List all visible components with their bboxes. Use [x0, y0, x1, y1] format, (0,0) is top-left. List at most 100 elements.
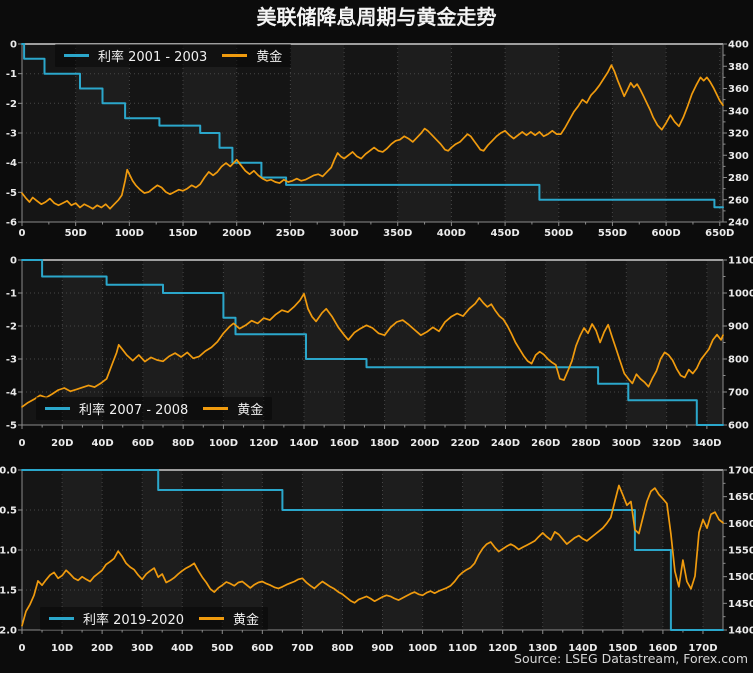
x-tick-label: 150D: [168, 228, 197, 239]
legend-label: 黄金: [233, 609, 259, 628]
x-tick-label: 110D: [448, 643, 477, 654]
x-tick-label: 10D: [51, 643, 73, 654]
x-tick-label: 120D: [249, 438, 278, 449]
x-tick-label: 180D: [370, 438, 399, 449]
y-right-label: 800: [728, 355, 749, 366]
y-left-label: -2: [6, 322, 17, 333]
plot-band: [129, 44, 183, 222]
y-right-label: 340: [728, 106, 749, 117]
y-left-label: -6: [6, 218, 17, 229]
y-left-label: -3: [6, 355, 17, 366]
y-left-label: -1: [6, 69, 17, 80]
x-tick-label: 40D: [171, 643, 193, 654]
x-tick-label: 0: [19, 438, 26, 449]
x-tick-label: 200D: [410, 438, 439, 449]
y-right-label: 1700: [728, 466, 753, 477]
rate-line-swatch: [49, 617, 74, 620]
x-tick-label: 140D: [289, 438, 318, 449]
x-tick-label: 240D: [491, 438, 520, 449]
y-left-label: 0: [10, 256, 17, 267]
x-tick-label: 100D: [209, 438, 238, 449]
legend-item: 黄金: [222, 46, 282, 65]
x-tick-label: 80D: [172, 438, 194, 449]
x-tick-label: 0: [19, 228, 26, 239]
x-tick-label: 20D: [51, 438, 73, 449]
x-tick-label: 320D: [652, 438, 681, 449]
y-left-label: -3: [6, 129, 17, 140]
plot-band: [304, 260, 344, 425]
y-right-label: 1000: [728, 289, 753, 300]
gold-line-swatch: [199, 617, 224, 620]
x-tick-label: 50D: [65, 228, 87, 239]
y-left-label: -2.0: [0, 626, 17, 637]
x-tick-label: 300D: [612, 438, 641, 449]
y-right-label: 1600: [728, 519, 753, 530]
x-tick-label: 20D: [91, 643, 113, 654]
legend-label: 利率 2001 - 2003: [98, 46, 207, 65]
legend-label: 黄金: [237, 399, 263, 418]
x-tick-label: 100D: [408, 643, 437, 654]
chart-1-legend: 利率 2001 - 2003 黄金: [55, 44, 291, 67]
x-tick-label: 0: [19, 643, 26, 654]
y-right-label: 1400: [728, 626, 753, 637]
x-tick-label: 60D: [251, 643, 273, 654]
x-tick-label: 40D: [91, 438, 113, 449]
x-tick-label: 650D: [705, 228, 734, 239]
y-right-label: 900: [728, 322, 749, 333]
plot-band: [385, 260, 425, 425]
plot-band: [344, 260, 384, 425]
y-right-label: 1100: [728, 256, 753, 267]
x-tick-label: 250D: [276, 228, 305, 239]
chart-2-legend: 利率 2007 - 2008 黄金: [36, 397, 272, 420]
legend-label: 利率 2007 - 2008: [79, 399, 188, 418]
charts-canvas: 0 50D 100D 150D 200D 250D 300D 350D 400D 450D 500D…: [0, 0, 753, 673]
x-tick-label: 340D: [692, 438, 721, 449]
x-tick-label: 160D: [330, 438, 359, 449]
x-tick-label: 400D: [437, 228, 466, 239]
x-tick-label: 500D: [544, 228, 573, 239]
y-right-label: 360: [728, 84, 749, 95]
y-right-label: 1550: [728, 546, 753, 557]
x-tick-label: 70D: [291, 643, 313, 654]
gold-line-swatch: [203, 407, 228, 410]
legend-item: 利率 2001 - 2003: [64, 46, 207, 65]
y-left-label: -5: [6, 421, 17, 432]
y-right-label: 240: [728, 218, 749, 229]
y-right-label: 320: [728, 129, 749, 140]
y-left-label: -5: [6, 188, 17, 199]
x-tick-label: 220D: [451, 438, 480, 449]
x-tick-label: 200D: [222, 228, 251, 239]
x-tick-label: 30D: [131, 643, 153, 654]
x-tick-label: 550D: [598, 228, 627, 239]
y-left-label: -1: [6, 289, 17, 300]
y-left-label: -1.5: [0, 586, 17, 597]
y-right-label: 700: [728, 388, 749, 399]
y-right-label: 1500: [728, 572, 753, 583]
plot-band: [425, 260, 465, 425]
source-credit: Source: LSEG Datastream, Forex.com: [514, 651, 748, 666]
rate-line-swatch: [64, 54, 89, 57]
fed-gold-charts-page: 美联储降息周期与黄金走势 050D100D150D200D250D300D350…: [0, 0, 753, 673]
y-left-label: -1.0: [0, 546, 17, 557]
plot-band: [505, 260, 545, 425]
x-tick-label: 80D: [331, 643, 353, 654]
x-tick-label: 350D: [383, 228, 412, 239]
plot-band: [398, 44, 452, 222]
x-tick-label: 600D: [652, 228, 681, 239]
legend-label: 黄金: [256, 46, 282, 65]
y-left-label: 0.0: [0, 466, 17, 477]
y-left-label: -2: [6, 99, 17, 110]
legend-item: 黄金: [203, 399, 263, 418]
x-tick-label: 90D: [371, 643, 393, 654]
y-right-label: 400: [728, 40, 749, 51]
y-right-label: 380: [728, 62, 749, 73]
chart-3-legend: 利率 2019-2020 黄金: [40, 607, 268, 630]
legend-label: 利率 2019-2020: [83, 609, 184, 628]
x-tick-label: 450D: [490, 228, 519, 239]
y-right-label: 280: [728, 173, 749, 184]
x-tick-label: 280D: [571, 438, 600, 449]
x-tick-label: 300D: [329, 228, 358, 239]
legend-item: 利率 2007 - 2008: [45, 399, 188, 418]
plot-band: [707, 260, 723, 425]
x-tick-label: 260D: [531, 438, 560, 449]
